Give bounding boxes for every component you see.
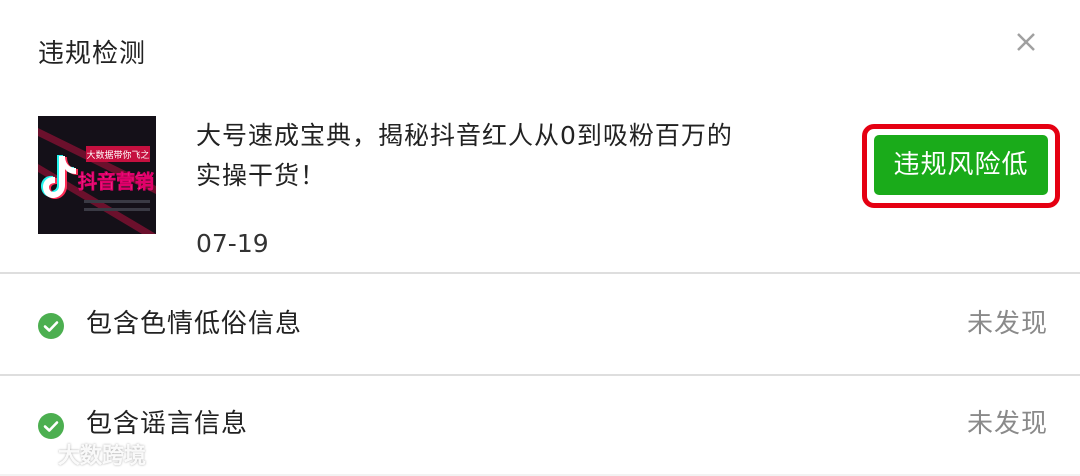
risk-level-button[interactable]: 违规风险低 — [874, 135, 1048, 195]
article-thumbnail: 大数据带你飞之 抖音营销 — [38, 116, 156, 234]
dialog-header: 违规检测 — [0, 0, 1080, 100]
check-item-vulgar: 包含色情低俗信息 未发现 — [0, 274, 1080, 374]
thumbnail-subtitle: 大数据带你飞之 — [86, 149, 149, 161]
dialog-title: 违规检测 — [38, 39, 147, 69]
violation-check-dialog: 违规检测 大数据带你飞之 抖音营销 大号速成宝典，揭秘抖音红人从0到吸粉百万的 … — [0, 0, 1080, 474]
article-title-line: 实操干货！ — [196, 161, 327, 190]
article-date: 07-19 — [196, 229, 269, 258]
check-item-status: 未发现 — [966, 409, 1048, 439]
check-circle-icon — [38, 413, 64, 439]
article-title[interactable]: 大号速成宝典，揭秘抖音红人从0到吸粉百万的 实操干货！ — [196, 116, 816, 196]
check-item-label: 包含色情低俗信息 — [86, 309, 303, 339]
close-icon — [1017, 33, 1035, 51]
check-item-status: 未发现 — [966, 309, 1048, 339]
watermark-logo-icon — [11, 443, 53, 465]
watermark: 大数跨境 — [10, 437, 146, 471]
watermark-text: 大数跨境 — [58, 444, 147, 469]
article-card[interactable]: 大数据带你飞之 抖音营销 大号速成宝典，揭秘抖音红人从0到吸粉百万的 实操干货！… — [0, 100, 1080, 272]
close-button[interactable] — [1008, 24, 1044, 60]
check-item-rumor: 包含谣言信息 未发现 — [0, 376, 1080, 476]
check-circle-icon — [38, 313, 64, 339]
thumbnail-title: 抖音营销 — [78, 170, 154, 193]
article-title-line: 大号速成宝典，揭秘抖音红人从0到吸粉百万的 — [196, 121, 733, 150]
